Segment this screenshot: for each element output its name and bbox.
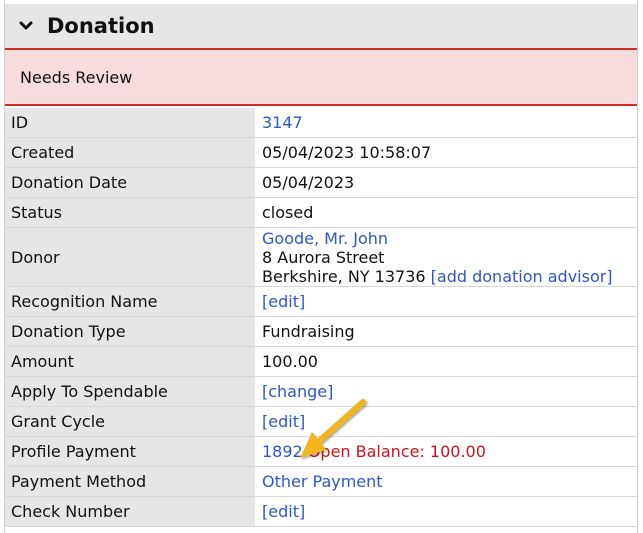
row-donor: Donor Goode, Mr. John 8 Aurora Street Be… [5,227,637,287]
label-profile-payment: Profile Payment [5,436,256,467]
grant-cycle-edit-link[interactable]: [edit] [262,412,305,431]
donation-header[interactable]: Donation [5,4,637,50]
recognition-name-edit-link[interactable]: [edit] [262,292,305,311]
label-created: Created [5,137,256,168]
panel-title: Donation [47,14,155,38]
label-grant-cycle: Grant Cycle [5,406,256,437]
payment-method-link[interactable]: Other Payment [262,472,383,491]
row-status: Status closed [5,197,637,228]
value-amount: 100.00 [255,346,637,377]
label-payment-method: Payment Method [5,466,256,497]
check-number-edit-link[interactable]: [edit] [262,502,305,521]
row-payment-method: Payment Method Other Payment [5,466,637,497]
donor-street: 8 Aurora Street [262,247,385,267]
row-grant-cycle: Grant Cycle [edit] [5,406,637,437]
row-recognition-name: Recognition Name [edit] [5,286,637,317]
donor-name-link[interactable]: Goode, Mr. John [262,229,388,248]
label-apply-to-spendable: Apply To Spendable [5,376,256,407]
apply-to-spendable-change-link[interactable]: [change] [262,382,333,401]
add-donation-advisor-link[interactable]: [add donation advisor] [431,267,613,286]
value-donor: Goode, Mr. John 8 Aurora Street Berkshir… [255,227,637,287]
value-status: closed [255,197,637,228]
donor-city: Berkshire, NY 13736 [262,266,426,286]
label-donation-type: Donation Type [5,316,256,347]
row-check-number: Check Number [edit] [5,496,637,527]
label-id: ID [5,108,256,138]
row-apply-to-spendable: Apply To Spendable [change] [5,376,637,407]
label-status: Status [5,197,256,228]
label-donation-date: Donation Date [5,167,256,198]
id-link[interactable]: 3147 [262,113,303,132]
donation-details-table: ID 3147 Created 05/04/2023 10:58:07 Dona… [5,108,637,527]
label-donor: Donor [5,227,256,287]
row-profile-payment: Profile Payment 1892 Open Balance: 100.0… [5,436,637,467]
row-created: Created 05/04/2023 10:58:07 [5,137,637,168]
value-donation-date: 05/04/2023 [255,167,637,198]
row-id: ID 3147 [5,108,637,138]
label-recognition-name: Recognition Name [5,286,256,317]
row-amount: Amount 100.00 [5,346,637,377]
row-donation-type: Donation Type Fundraising [5,316,637,347]
alert-text: Needs Review [20,67,133,87]
profile-payment-link[interactable]: 1892 [262,442,303,461]
value-created: 05/04/2023 10:58:07 [255,137,637,168]
label-check-number: Check Number [5,496,256,527]
row-donation-date: Donation Date 05/04/2023 [5,167,637,198]
needs-review-alert: Needs Review [5,50,637,106]
value-donation-type: Fundraising [255,316,637,347]
chevron-down-icon[interactable] [15,15,37,37]
donation-panel: Donation Needs Review ID 3147 Created 05… [4,0,638,533]
open-balance-text: Open Balance: 100.00 [307,442,486,461]
label-amount: Amount [5,346,256,377]
